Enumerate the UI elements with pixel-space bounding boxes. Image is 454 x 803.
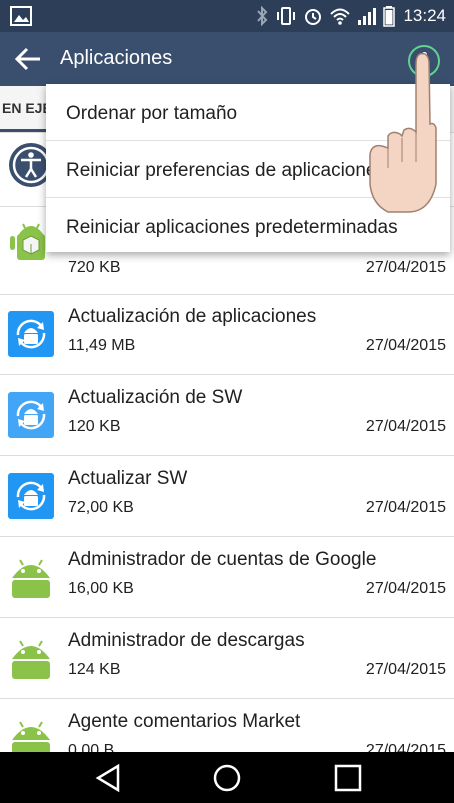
wifi-icon	[330, 8, 351, 25]
status-time: 13:24	[403, 6, 446, 25]
app-name: Actualización de aplicaciones	[68, 306, 317, 327]
list-item[interactable]: Actualizar SW 72,00 KB 27/04/2015	[0, 456, 454, 537]
vibrate-icon	[277, 7, 296, 25]
app-date: 27/04/2015	[365, 259, 446, 276]
home-circle-icon[interactable]	[212, 763, 242, 793]
app-date: 27/04/2015	[365, 580, 446, 597]
battery-icon	[383, 6, 396, 27]
app-date: 27/04/2015	[365, 661, 446, 678]
app-date: 27/04/2015	[365, 337, 446, 354]
android-update-icon	[8, 311, 54, 357]
android-update-icon	[8, 392, 54, 438]
back-triangle-icon[interactable]	[94, 763, 124, 793]
app-name: Actualización de SW	[68, 387, 243, 408]
tab-running[interactable]: EN EJE	[2, 100, 52, 116]
app-size: 720 KB	[68, 259, 121, 276]
page-title: Aplicaciones	[60, 47, 173, 69]
image-notification-icon	[10, 6, 32, 26]
app-name: Agente comentarios Market	[68, 711, 301, 732]
android-icon	[12, 640, 50, 679]
pointing-hand-icon	[369, 52, 437, 213]
list-item[interactable]: Actualización de SW 120 KB 27/04/2015	[0, 375, 454, 456]
app-name: Administrador de descargas	[68, 630, 305, 651]
alarm-icon	[305, 9, 322, 25]
status-bar: 13:24	[0, 0, 454, 32]
app-size: 120 KB	[68, 418, 121, 435]
navigation-bar	[0, 752, 454, 803]
app-name: Actualizar SW	[68, 468, 188, 489]
recents-square-icon[interactable]	[333, 763, 363, 793]
app-date: 27/04/2015	[365, 499, 446, 516]
back-arrow-icon[interactable]	[14, 45, 42, 73]
app-size: 11,49 MB	[68, 337, 136, 354]
android-icon	[12, 559, 50, 598]
app-size: 124 KB	[68, 661, 121, 678]
app-date: 27/04/2015	[365, 418, 446, 435]
app-name: Administrador de cuentas de Google	[68, 549, 377, 570]
app-size: 16,00 KB	[68, 580, 134, 597]
list-item[interactable]: Administrador de cuentas de Google 16,00…	[0, 537, 454, 618]
android-update-icon	[8, 473, 54, 519]
app-size: 72,00 KB	[68, 499, 134, 516]
list-item[interactable]: Administrador de descargas 124 KB 27/04/…	[0, 618, 454, 699]
list-item[interactable]: Actualización de aplicaciones 11,49 MB 2…	[0, 294, 454, 375]
signal-icon	[358, 8, 377, 25]
bluetooth-icon	[257, 6, 268, 26]
menu-item-label: Reiniciar aplicaciones predeterminadas	[66, 217, 398, 238]
